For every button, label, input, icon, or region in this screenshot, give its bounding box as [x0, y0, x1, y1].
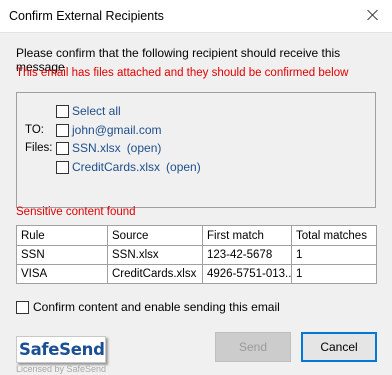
cell-source: CreditCards.xlsx [107, 264, 203, 284]
select-all-checkbox[interactable] [56, 104, 69, 118]
column-header-rule[interactable]: Rule [16, 225, 108, 246]
file-name-ssn[interactable]: SSN.xlsx [72, 141, 121, 155]
file-checkbox-creditcards[interactable] [56, 160, 69, 174]
cell-source: SSN.xlsx [107, 245, 203, 265]
sensitive-content-label: Sensitive content found [16, 206, 136, 218]
window-title: Confirm External Recipients [9, 9, 164, 23]
cell-rule: VISA [16, 264, 108, 284]
logo-text: SafeSend [19, 340, 105, 359]
column-header-total-matches[interactable]: Total matches [291, 225, 377, 246]
select-all-label[interactable]: Select all [72, 104, 121, 118]
table-header-row: Rule Source First match Total matches [16, 225, 377, 246]
file-name-creditcards[interactable]: CreditCards.xlsx [72, 160, 160, 174]
file-checkbox-ssn[interactable] [56, 141, 69, 155]
cell-rule: SSN [16, 245, 108, 265]
open-link-ssn[interactable]: (open) [127, 141, 162, 155]
table-row[interactable]: VISA CreditCards.xlsx 4926-5751-013... 1 [16, 264, 377, 284]
table-row[interactable]: SSN SSN.xlsx 123-42-5678 1 [16, 245, 377, 265]
confirm-content-label[interactable]: Confirm content and enable sending this … [33, 300, 280, 314]
cancel-button[interactable]: Cancel [301, 332, 377, 362]
confirm-content-checkbox[interactable] [16, 301, 29, 314]
close-icon[interactable] [362, 3, 384, 27]
cell-total-matches: 1 [291, 245, 377, 265]
dialog-body: Please confirm that the following recipi… [0, 32, 392, 375]
safesend-logo: SafeSend [16, 336, 106, 363]
send-button[interactable]: Send [215, 332, 291, 362]
file-entry-ssn: SSN.xlsx (open) [72, 141, 161, 155]
column-header-source[interactable]: Source [107, 225, 203, 246]
recipient-checkbox[interactable] [56, 123, 69, 137]
cell-first-match: 123-42-5678 [202, 245, 292, 265]
cell-first-match: 4926-5751-013... [202, 264, 292, 284]
recipients-box: Select all TO: john@gmail.com Files: SSN… [16, 92, 376, 208]
to-label: TO: [25, 124, 44, 136]
licensed-by-text: Licensed by SafeSend [16, 364, 107, 374]
column-header-first-match[interactable]: First match [202, 225, 292, 246]
sensitive-content-table: Rule Source First match Total matches SS… [16, 225, 377, 284]
title-bar: Confirm External Recipients [0, 0, 392, 32]
recipient-address[interactable]: john@gmail.com [72, 123, 162, 137]
files-label: Files: [25, 142, 53, 154]
open-link-creditcards[interactable]: (open) [166, 160, 201, 174]
attachments-warning: This email has files attached and they s… [16, 67, 349, 79]
file-entry-creditcards: CreditCards.xlsx (open) [72, 160, 201, 174]
cell-total-matches: 1 [291, 264, 377, 284]
